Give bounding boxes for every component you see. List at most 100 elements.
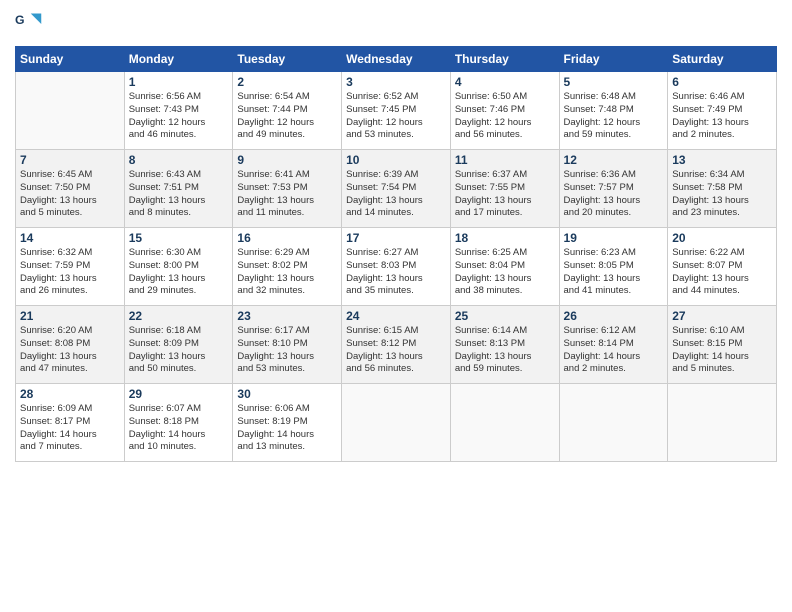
day-cell: 9Sunrise: 6:41 AM Sunset: 7:53 PM Daylig… [233,150,342,228]
day-number: 5 [564,75,664,89]
day-cell: 10Sunrise: 6:39 AM Sunset: 7:54 PM Dayli… [342,150,451,228]
svg-text:G: G [15,13,25,27]
day-cell: 8 Sunrise: 6:43 AM Sunset: 7:51 PM Daylig… [124,150,233,228]
day-info: Sunrise: 6:18 AM Sunset: 8:09 PM Dayligh… [129,325,229,376]
day-info: Sunrise: 6:56 AM Sunset: 7:43 PM Dayligh… [129,91,229,142]
day-number: 30 [237,387,337,401]
day-cell: 27 Sunrise: 6:10 AM Sunset: 8:15 PM Dayli… [668,306,777,384]
day-cell: 18 Sunrise: 6:25 AM Sunset: 8:04 PM Dayli… [450,228,559,306]
col-header-saturday: Saturday [668,47,777,72]
day-info: Sunrise: 6:06 AM Sunset: 8:19 PM Dayligh… [237,403,337,454]
day-number: 3 [346,75,446,89]
day-number: 29 [129,387,229,401]
col-header-friday: Friday [559,47,668,72]
day-info: Sunrise: 6:29 AM Sunset: 8:02 PM Dayligh… [237,247,337,298]
day-number: 20 [672,231,772,245]
day-info: Sunrise: 6:07 AM Sunset: 8:18 PM Dayligh… [129,403,229,454]
week-row-5: 28Sunrise: 6:09 AM Sunset: 8:17 PM Dayli… [16,384,777,462]
day-number: 17 [346,231,446,245]
day-number: 19 [564,231,664,245]
day-cell: 2Sunrise: 6:54 AM Sunset: 7:44 PM Daylig… [233,72,342,150]
day-info: Sunrise: 6:54 AM Sunset: 7:44 PM Dayligh… [237,91,337,142]
day-cell [668,384,777,462]
day-cell [342,384,451,462]
day-info: Sunrise: 6:32 AM Sunset: 7:59 PM Dayligh… [20,247,120,298]
day-cell: 26Sunrise: 6:12 AM Sunset: 8:14 PM Dayli… [559,306,668,384]
day-number: 14 [20,231,120,245]
col-header-monday: Monday [124,47,233,72]
day-number: 4 [455,75,555,89]
day-number: 23 [237,309,337,323]
day-number: 18 [455,231,555,245]
day-cell [450,384,559,462]
day-info: Sunrise: 6:46 AM Sunset: 7:49 PM Dayligh… [672,91,772,142]
day-info: Sunrise: 6:09 AM Sunset: 8:17 PM Dayligh… [20,403,120,454]
day-number: 21 [20,309,120,323]
col-header-thursday: Thursday [450,47,559,72]
day-info: Sunrise: 6:10 AM Sunset: 8:15 PM Dayligh… [672,325,772,376]
day-number: 15 [129,231,229,245]
day-number: 24 [346,309,446,323]
day-number: 22 [129,309,229,323]
day-cell: 14 Sunrise: 6:32 AM Sunset: 7:59 PM Dayli… [16,228,125,306]
day-number: 11 [455,153,555,167]
day-cell: 11 Sunrise: 6:37 AM Sunset: 7:55 PM Dayli… [450,150,559,228]
day-cell: 5 Sunrise: 6:48 AM Sunset: 7:48 PM Daylig… [559,72,668,150]
day-info: Sunrise: 6:52 AM Sunset: 7:45 PM Dayligh… [346,91,446,142]
logo: G [15,10,47,38]
day-number: 12 [564,153,664,167]
day-cell: 28Sunrise: 6:09 AM Sunset: 8:17 PM Dayli… [16,384,125,462]
day-info: Sunrise: 6:17 AM Sunset: 8:10 PM Dayligh… [237,325,337,376]
day-cell: 30 Sunrise: 6:06 AM Sunset: 8:19 PM Dayli… [233,384,342,462]
day-cell: 21 Sunrise: 6:20 AM Sunset: 8:08 PM Dayli… [16,306,125,384]
day-cell: 20 Sunrise: 6:22 AM Sunset: 8:07 PM Dayli… [668,228,777,306]
day-cell: 7 Sunrise: 6:45 AM Sunset: 7:50 PM Daylig… [16,150,125,228]
day-cell: 12Sunrise: 6:36 AM Sunset: 7:57 PM Dayli… [559,150,668,228]
day-number: 25 [455,309,555,323]
day-info: Sunrise: 6:50 AM Sunset: 7:46 PM Dayligh… [455,91,555,142]
day-number: 8 [129,153,229,167]
col-header-sunday: Sunday [16,47,125,72]
day-info: Sunrise: 6:20 AM Sunset: 8:08 PM Dayligh… [20,325,120,376]
day-info: Sunrise: 6:43 AM Sunset: 7:51 PM Dayligh… [129,169,229,220]
day-cell [16,72,125,150]
day-info: Sunrise: 6:37 AM Sunset: 7:55 PM Dayligh… [455,169,555,220]
day-cell [559,384,668,462]
day-info: Sunrise: 6:15 AM Sunset: 8:12 PM Dayligh… [346,325,446,376]
day-info: Sunrise: 6:48 AM Sunset: 7:48 PM Dayligh… [564,91,664,142]
week-row-4: 21 Sunrise: 6:20 AM Sunset: 8:08 PM Dayli… [16,306,777,384]
day-info: Sunrise: 6:23 AM Sunset: 8:05 PM Dayligh… [564,247,664,298]
calendar-table: SundayMondayTuesdayWednesdayThursdayFrid… [15,46,777,462]
day-info: Sunrise: 6:27 AM Sunset: 8:03 PM Dayligh… [346,247,446,298]
week-row-3: 14 Sunrise: 6:32 AM Sunset: 7:59 PM Dayli… [16,228,777,306]
day-info: Sunrise: 6:45 AM Sunset: 7:50 PM Dayligh… [20,169,120,220]
day-cell: 15 Sunrise: 6:30 AM Sunset: 8:00 PM Dayli… [124,228,233,306]
day-number: 27 [672,309,772,323]
day-info: Sunrise: 6:30 AM Sunset: 8:00 PM Dayligh… [129,247,229,298]
day-info: Sunrise: 6:22 AM Sunset: 8:07 PM Dayligh… [672,247,772,298]
day-number: 16 [237,231,337,245]
day-info: Sunrise: 6:25 AM Sunset: 8:04 PM Dayligh… [455,247,555,298]
day-cell: 24 Sunrise: 6:15 AM Sunset: 8:12 PM Dayli… [342,306,451,384]
day-cell: 17 Sunrise: 6:27 AM Sunset: 8:03 PM Dayli… [342,228,451,306]
day-number: 6 [672,75,772,89]
day-number: 7 [20,153,120,167]
day-number: 10 [346,153,446,167]
day-info: Sunrise: 6:14 AM Sunset: 8:13 PM Dayligh… [455,325,555,376]
day-cell: 29 Sunrise: 6:07 AM Sunset: 8:18 PM Dayli… [124,384,233,462]
col-header-tuesday: Tuesday [233,47,342,72]
day-number: 13 [672,153,772,167]
day-cell: 6 Sunrise: 6:46 AM Sunset: 7:49 PM Daylig… [668,72,777,150]
header: G [15,10,777,38]
day-info: Sunrise: 6:34 AM Sunset: 7:58 PM Dayligh… [672,169,772,220]
day-cell: 16 Sunrise: 6:29 AM Sunset: 8:02 PM Dayli… [233,228,342,306]
day-cell: 25 Sunrise: 6:14 AM Sunset: 8:13 PM Dayli… [450,306,559,384]
day-cell: 19 Sunrise: 6:23 AM Sunset: 8:05 PM Dayli… [559,228,668,306]
day-cell: 13 Sunrise: 6:34 AM Sunset: 7:58 PM Dayli… [668,150,777,228]
day-number: 26 [564,309,664,323]
day-cell: 1Sunrise: 6:56 AM Sunset: 7:43 PM Daylig… [124,72,233,150]
day-cell: 23 Sunrise: 6:17 AM Sunset: 8:10 PM Dayli… [233,306,342,384]
day-cell: 22 Sunrise: 6:18 AM Sunset: 8:09 PM Dayli… [124,306,233,384]
col-header-wednesday: Wednesday [342,47,451,72]
header-row: SundayMondayTuesdayWednesdayThursdayFrid… [16,47,777,72]
